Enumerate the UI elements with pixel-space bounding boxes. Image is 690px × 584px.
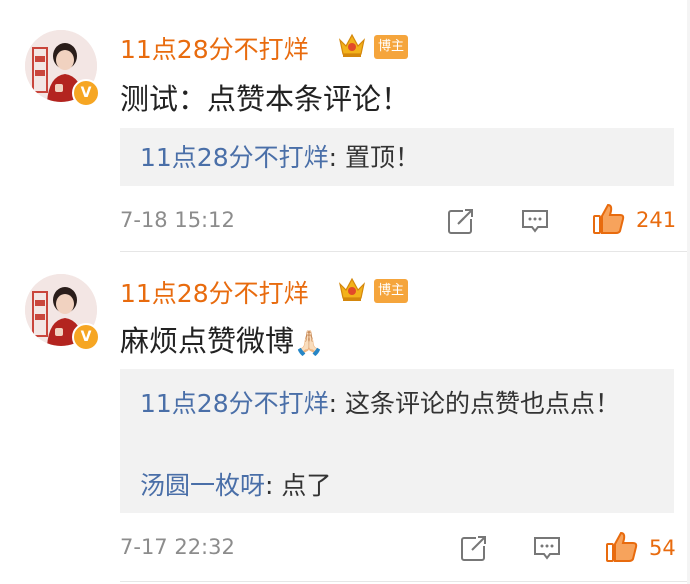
like-count: 241 — [636, 208, 677, 232]
crown-icon — [338, 277, 366, 301]
reply-username[interactable]: 11点28分不打烊 — [140, 143, 329, 172]
reply-text: : 这条评论的点赞也点点！ — [328, 389, 620, 418]
reply-text: : 置顶！ — [328, 143, 420, 172]
timestamp: 7-17 22:32 — [120, 535, 235, 559]
comment-item: V 11点28分不打烊 博主 测试：点赞本条评论！ 11点28分不打烊: 置顶！… — [0, 0, 690, 252]
comment-text: 测试：点赞本条评论！ — [120, 82, 411, 116]
comment-icon[interactable] — [533, 534, 561, 562]
verified-badge-icon: V — [72, 323, 100, 351]
reply-username[interactable]: 汤圆一枚呀 — [140, 471, 265, 500]
reply-text: : 点了 — [265, 471, 332, 500]
share-icon[interactable] — [447, 207, 475, 235]
username[interactable]: 11点28分不打烊 — [120, 274, 309, 310]
divider — [120, 581, 690, 582]
author-badge: 博主 — [374, 279, 408, 303]
like-count: 54 — [649, 536, 676, 560]
reply-item: 11点28分不打烊: 这条评论的点赞也点点！ — [140, 385, 660, 423]
reply-item: 汤圆一枚呀: 点了 — [140, 467, 660, 505]
reply-username[interactable]: 11点28分不打烊 — [140, 389, 329, 418]
username[interactable]: 11点28分不打烊 — [120, 30, 309, 66]
reply-box[interactable]: 11点28分不打烊: 置顶！ — [120, 128, 674, 186]
verified-badge-icon: V — [72, 79, 100, 107]
pray-emoji-icon: 🙏🏻 — [294, 329, 324, 357]
crown-icon — [338, 33, 366, 57]
like-icon[interactable] — [605, 530, 639, 564]
share-icon[interactable] — [460, 534, 488, 562]
comment-text-body: 麻烦点赞微博 — [120, 324, 295, 358]
author-badge: 博主 — [374, 35, 408, 59]
reply-box[interactable]: 11点28分不打烊: 这条评论的点赞也点点！ 汤圆一枚呀: 点了 — [120, 369, 674, 513]
reply-item: 11点28分不打烊: 置顶！ — [140, 139, 660, 177]
comment-text: 麻烦点赞微博🙏🏻 — [120, 318, 324, 360]
comment-icon[interactable] — [521, 207, 549, 235]
like-icon[interactable] — [592, 202, 626, 236]
comment-item: V 11点28分不打烊 博主 麻烦点赞微博🙏🏻 11点28分不打烊: 这条评论的… — [0, 252, 690, 584]
timestamp: 7-18 15:12 — [120, 208, 235, 232]
